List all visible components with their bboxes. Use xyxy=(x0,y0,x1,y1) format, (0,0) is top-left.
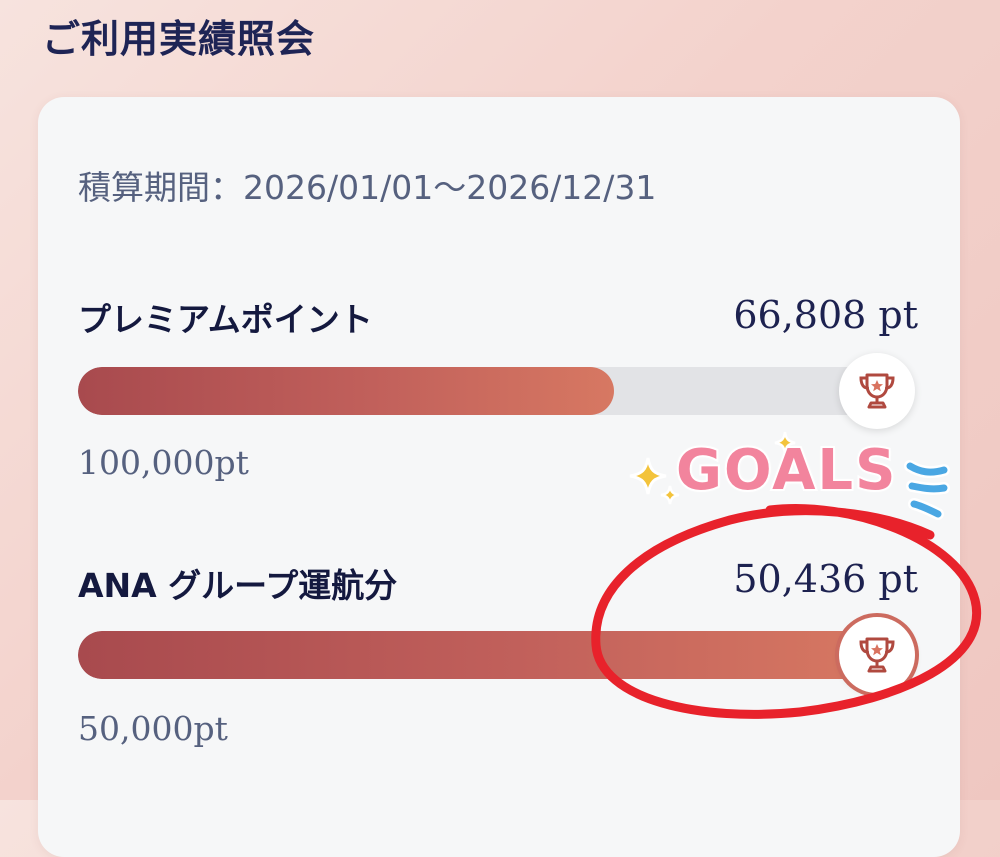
ana-group-trophy-badge[interactable] xyxy=(839,617,915,693)
sweat-drops-icon xyxy=(904,460,950,520)
premium-points-progress-track xyxy=(78,367,878,415)
ana-group-value: 50,436 pt xyxy=(733,557,918,601)
premium-points-value: 66,808 pt xyxy=(733,293,918,337)
premium-points-progress-fill xyxy=(78,367,614,415)
goals-sticker: GOALS xyxy=(674,436,898,505)
premium-points-trophy-badge[interactable] xyxy=(839,353,915,429)
accumulation-period: 積算期間：2026/01/01～2026/12/31 xyxy=(78,168,657,207)
page-title: ご利用実績照会 xyxy=(42,17,316,61)
trophy-star-icon xyxy=(859,637,895,673)
ana-group-progress-track xyxy=(78,631,878,679)
premium-points-label: プレミアムポイント xyxy=(78,300,373,339)
trophy-star-icon xyxy=(859,373,895,409)
ana-group-label: ANA グループ運航分 xyxy=(78,566,398,605)
ana-group-progress-fill xyxy=(78,631,878,679)
ana-group-goal: 50,000pt xyxy=(78,709,228,748)
premium-points-goal: 100,000pt xyxy=(78,443,249,482)
